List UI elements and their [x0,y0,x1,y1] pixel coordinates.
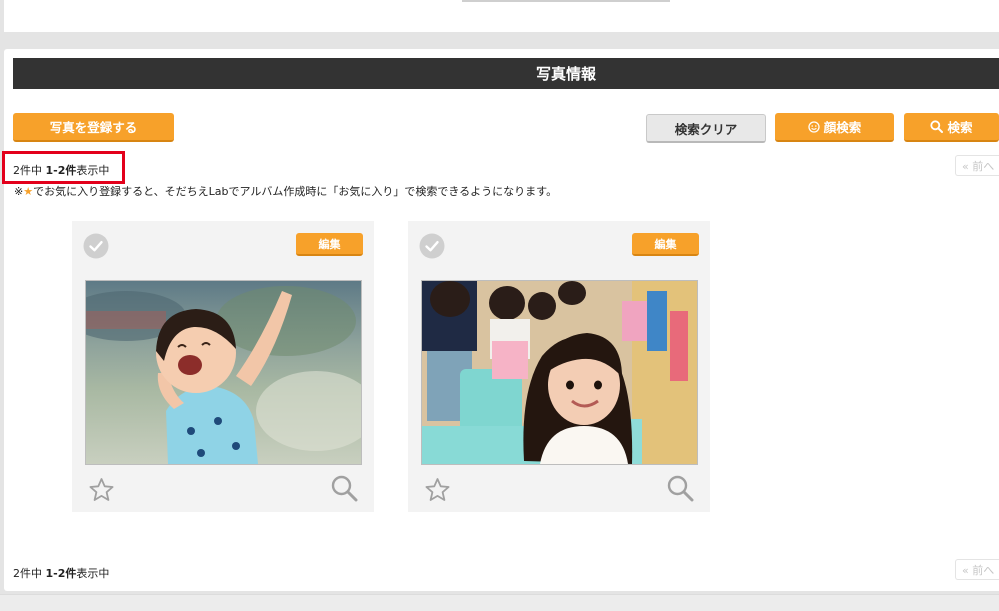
star-outline-icon[interactable] [424,477,451,503]
notice-text: でお気に入り登録すると、そだちえLabでアルバム作成時に「お気に入り」で検索でき… [33,185,558,198]
magnifier-icon[interactable] [666,474,694,502]
top-panel [4,0,999,32]
magnifier-icon[interactable] [330,474,358,502]
top-panel-edge [462,0,670,2]
pager-prev-top[interactable]: « 前へ [955,155,999,176]
favorite-notice: ※★でお気に入り登録すると、そだちえLabでアルバム作成時に「お気に入り」で検索… [14,183,557,199]
result-range: 1-2件 [45,567,77,580]
check-circle-icon[interactable] [419,233,445,259]
notice-prefix: ※ [14,185,24,198]
page-footer-strip [0,594,999,611]
search-clear-label: 検索クリア [674,121,738,137]
section-title: 写真情報 [13,58,999,89]
photo-card: 編集 [72,221,374,512]
result-suffix: 表示中 [76,567,110,580]
pager-prev-label: « 前へ [962,159,995,173]
edit-button[interactable]: 編集 [296,233,363,256]
register-photo-label: 写真を登録する [49,120,138,135]
search-clear-button[interactable]: 検索クリア [646,114,766,143]
face-search-label: 顔検索 [823,120,862,135]
edit-label: 編集 [654,237,677,251]
search-icon [930,120,944,133]
pager-prev-bottom[interactable]: « 前へ [955,559,999,580]
result-count-bottom: 2件中 1-2件表示中 [13,565,109,581]
star-filled-icon: ★ [23,185,34,198]
edit-label: 編集 [318,237,341,251]
girl-photo-image [422,281,697,464]
register-photo-button[interactable]: 写真を登録する [13,113,174,142]
photo-thumbnail[interactable] [85,280,362,465]
photo-thumbnail[interactable] [421,280,698,465]
edit-button[interactable]: 編集 [632,233,699,256]
star-outline-icon[interactable] [88,477,115,503]
result-total: 2件中 [13,567,42,580]
pager-prev-label: « 前へ [962,563,995,577]
check-circle-icon[interactable] [83,233,109,259]
search-label: 検索 [947,120,973,135]
face-search-button[interactable]: 顔検索 [775,113,894,142]
toddler-photo-image [86,281,361,464]
highlight-box [2,151,125,184]
search-button[interactable]: 検索 [904,113,999,142]
smiley-icon [808,120,820,133]
photo-card: 編集 [408,221,710,512]
